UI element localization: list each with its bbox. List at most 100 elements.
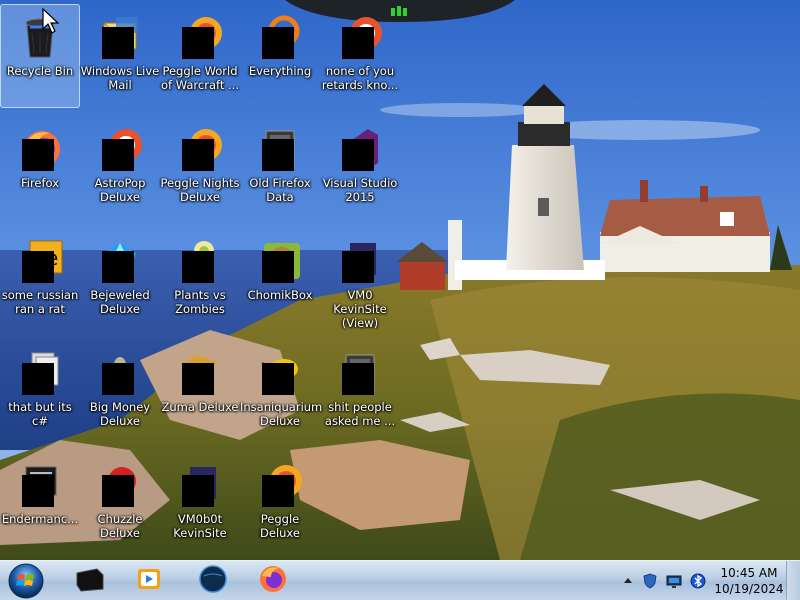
desktop-icon[interactable]: Big Money Deluxe xyxy=(80,340,160,444)
desktop-icon[interactable]: shit people asked me ... xyxy=(320,340,400,444)
desktop-icon[interactable]: Bejeweled Deluxe xyxy=(80,228,160,332)
desktop-icon[interactable]: Zuma Deluxe xyxy=(160,340,240,444)
clock-date: 10/19/2024 xyxy=(714,582,784,596)
redaction-box xyxy=(22,475,54,507)
desktop-icon[interactable]: Peggle Nights Deluxe xyxy=(160,116,240,220)
desktop-icon-label: Endermanc... xyxy=(1,512,79,526)
desktop-icon[interactable]: Chuzzle Deluxe xyxy=(80,452,160,556)
hamster-icon xyxy=(256,237,304,285)
desktop-icon-label: Windows Live Mail xyxy=(80,64,160,92)
frog-icon xyxy=(176,349,224,397)
redaction-box xyxy=(182,363,214,395)
desktop-icon[interactable]: VM0 KevinSite (View) xyxy=(320,228,400,332)
desktop-icon[interactable]: none of you retards kno... xyxy=(320,4,400,108)
desktop-icon-label: Chuzzle Deluxe xyxy=(97,512,143,540)
network-icon[interactable] xyxy=(666,573,682,589)
money-icon xyxy=(96,349,144,397)
desktop-icon-label: AstroPop Deluxe xyxy=(94,176,146,204)
desktop-icon[interactable]: Recycle Bin xyxy=(0,4,80,108)
windows-start-icon[interactable] xyxy=(6,562,46,600)
desktop-icon[interactable]: Firefox xyxy=(0,116,80,220)
document-icon xyxy=(16,349,64,397)
taskbar-pinned-app-2[interactable] xyxy=(122,563,176,599)
plant-icon xyxy=(176,237,224,285)
desktop-icon[interactable]: Windows Live Mail xyxy=(80,4,160,108)
taskbar: 10:45 AM 10/19/2024 xyxy=(0,560,800,600)
firefox-icon xyxy=(16,125,64,173)
shield-icon[interactable] xyxy=(642,573,658,589)
redaction-box xyxy=(102,475,134,507)
desktop-icon-label: Bejeweled Deluxe xyxy=(90,288,150,316)
redaction-box xyxy=(342,251,374,283)
desktop-icon-label: Recycle Bin xyxy=(6,64,74,78)
redaction-box xyxy=(342,27,374,59)
desktop-icon-label: VM0 KevinSite (View) xyxy=(333,288,387,330)
desktop-icon-label: Visual Studio 2015 xyxy=(322,176,398,204)
desktop-icon-label: Peggle Nights Deluxe xyxy=(160,176,240,204)
redaction-box xyxy=(262,475,294,507)
desktop-icon-label: none of you retards kno... xyxy=(321,64,399,92)
redaction-box xyxy=(182,475,214,507)
peggle-icon xyxy=(176,125,224,173)
desktop-icon-label: Everything xyxy=(248,64,312,78)
redaction-box xyxy=(102,251,134,283)
redaction-box xyxy=(22,251,54,283)
mouse-cursor xyxy=(42,8,60,34)
desktop-icon-label: Insaniquarium Deluxe xyxy=(240,400,323,428)
desktop-icon[interactable]: Everything xyxy=(240,4,320,108)
desktop-icon[interactable]: ChomikBox xyxy=(240,228,320,332)
game-icon xyxy=(336,13,384,61)
desktop-icon[interactable]: Plants vs Zombies xyxy=(160,228,240,332)
peggle-icon xyxy=(176,13,224,61)
desktop-icon[interactable]: Old Firefox Data xyxy=(240,116,320,220)
desktop-icon[interactable]: Peggle World of Warcraft ... xyxy=(160,4,240,108)
search-icon xyxy=(256,13,304,61)
firefox-icon xyxy=(257,563,289,599)
desktop: Recycle Bin Windows Live Mail Peggle World… xyxy=(0,0,800,560)
folder-icon xyxy=(256,125,304,173)
desktop-icon[interactable]: VM0b0t KevinSite xyxy=(160,452,240,556)
desktop-icon[interactable]: that but its c# xyxy=(0,340,80,444)
desktop-icon[interactable]: Insaniquarium Deluxe xyxy=(240,340,323,444)
desktop-icon[interactable]: AstroPop Deluxe xyxy=(80,116,160,220)
desktop-icon-label: Peggle Deluxe xyxy=(260,512,300,540)
redaction-box xyxy=(22,363,54,395)
clock-time: 10:45 AM xyxy=(720,566,778,580)
redaction-box xyxy=(262,251,294,283)
redaction-box xyxy=(262,139,294,171)
desktop-icon-label: Old Firefox Data xyxy=(249,176,311,204)
taskbar-pinned-app-3[interactable] xyxy=(186,563,240,599)
desktop-icon[interactable]: e some russian ran a rat xyxy=(0,228,80,332)
desktop-icon-label: ChomikBox xyxy=(247,288,313,302)
desktop-icon-label: Big Money Deluxe xyxy=(89,400,151,428)
desktop-icon[interactable]: Visual Studio 2015 xyxy=(320,116,400,220)
peggle-icon xyxy=(256,461,304,509)
gem-icon xyxy=(96,237,144,285)
redaction-box xyxy=(182,251,214,283)
taskbar-pinned-app-4[interactable] xyxy=(246,563,300,599)
desktop-icon-label: some russian ran a rat xyxy=(1,288,79,316)
show-hidden-icons-arrow[interactable] xyxy=(620,573,636,589)
redaction-box xyxy=(22,139,54,171)
redaction-box xyxy=(342,139,374,171)
shortcut-icon xyxy=(176,461,224,509)
desktop-icon-label: VM0b0t KevinSite xyxy=(173,512,227,540)
desktop-icon-label: Plants vs Zombies xyxy=(174,288,226,316)
redaction-box xyxy=(182,139,214,171)
globe-icon xyxy=(197,563,229,599)
desktop-icon[interactable]: Endermanc... xyxy=(0,452,80,556)
redaction-box xyxy=(102,27,134,59)
mail-icon xyxy=(96,13,144,61)
desktop-icon[interactable]: Peggle Deluxe xyxy=(240,452,320,556)
redaction-box xyxy=(262,363,294,395)
bluetooth-icon[interactable] xyxy=(690,573,706,589)
redaction-box xyxy=(102,363,134,395)
black-box-icon xyxy=(73,563,105,599)
redaction-box xyxy=(182,27,214,59)
taskbar-clock[interactable]: 10:45 AM 10/19/2024 xyxy=(708,565,790,597)
redaction-box xyxy=(262,27,294,59)
show-desktop-button[interactable] xyxy=(786,561,800,600)
taskbar-pinned-app-1[interactable] xyxy=(62,563,116,599)
visual-studio-icon xyxy=(336,125,384,173)
redaction-box xyxy=(102,139,134,171)
